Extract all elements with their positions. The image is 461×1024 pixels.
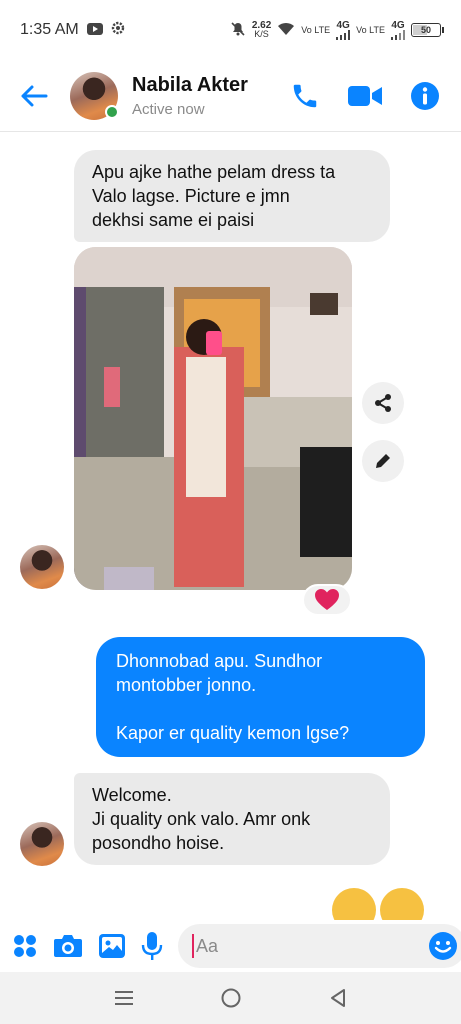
apps-button[interactable] bbox=[12, 930, 38, 962]
youtube-notification-icon bbox=[86, 22, 103, 39]
shared-photo[interactable] bbox=[74, 247, 352, 590]
messenger-chat-screen: 1:35 AM 2.62 K/S Vo LTE 4G Vo LTE 4G 50 … bbox=[0, 0, 461, 1024]
status-time: 1:35 AM bbox=[20, 21, 79, 38]
message-input-wrapper bbox=[178, 924, 461, 968]
home-button[interactable] bbox=[211, 978, 251, 1018]
incoming-message[interactable]: Apu ajke hathe pelam dress ta Valo lagse… bbox=[74, 150, 390, 242]
sim2-volte: Vo LTE bbox=[356, 24, 385, 35]
contact-name: Nabila Akter bbox=[132, 73, 248, 96]
share-button[interactable] bbox=[362, 382, 404, 424]
dress-photo-image bbox=[74, 247, 352, 590]
triangle-back-icon bbox=[330, 989, 345, 1007]
video-call-button[interactable] bbox=[347, 78, 383, 114]
recent-apps-button[interactable] bbox=[104, 978, 144, 1018]
home-circle-icon bbox=[221, 988, 240, 1008]
sticker-emoji[interactable] bbox=[380, 888, 424, 920]
edit-button[interactable] bbox=[362, 440, 404, 482]
share-icon bbox=[375, 394, 391, 412]
online-status-dot bbox=[105, 104, 119, 119]
status-bar: 1:35 AM 2.62 K/S Vo LTE 4G Vo LTE 4G 50 bbox=[0, 0, 461, 60]
gallery-button[interactable] bbox=[98, 930, 126, 962]
outgoing-message[interactable]: Dhonnobad apu. Sundhor montobber jonno. … bbox=[96, 637, 425, 757]
emoji-button[interactable] bbox=[428, 931, 458, 961]
back-nav-button[interactable] bbox=[318, 978, 358, 1018]
voice-call-button[interactable] bbox=[287, 78, 323, 114]
phone-icon bbox=[293, 84, 317, 107]
arrow-left-icon bbox=[21, 85, 48, 106]
incoming-message[interactable]: Welcome. Ji quality onk valo. Amr onk po… bbox=[74, 773, 390, 865]
microphone-icon bbox=[141, 932, 163, 960]
sim1-signal: 4G bbox=[336, 20, 351, 40]
back-button[interactable] bbox=[14, 76, 54, 116]
settings-notification-icon bbox=[111, 21, 125, 39]
smiley-icon bbox=[429, 932, 457, 960]
sim2-signal: 4G bbox=[391, 20, 405, 40]
chat-header: Nabila Akter Active now bbox=[0, 60, 461, 132]
camera-button[interactable] bbox=[53, 930, 83, 962]
heart-icon bbox=[315, 589, 339, 610]
network-speed: 2.62 K/S bbox=[251, 20, 272, 39]
contact-info[interactable]: Nabila Akter Active now bbox=[132, 74, 248, 118]
conversation-info-button[interactable] bbox=[407, 78, 443, 114]
wifi-icon bbox=[277, 22, 295, 38]
heart-reaction[interactable] bbox=[302, 584, 352, 616]
grid-dots-icon bbox=[14, 935, 36, 957]
sim1-volte: Vo LTE bbox=[301, 24, 331, 35]
message-list[interactable]: Apu ajke hathe pelam dress ta Valo lagse… bbox=[0, 132, 461, 920]
system-navigation-bar bbox=[0, 972, 461, 1024]
info-icon bbox=[411, 81, 439, 110]
camera-icon bbox=[54, 935, 82, 957]
sticker-emoji[interactable] bbox=[332, 888, 376, 920]
message-input[interactable] bbox=[192, 934, 428, 958]
mute-icon bbox=[230, 21, 246, 39]
image-icon bbox=[99, 934, 125, 958]
battery-indicator: 50 bbox=[411, 23, 444, 37]
sender-avatar[interactable] bbox=[20, 822, 64, 866]
menu-lines-icon bbox=[114, 991, 133, 1005]
voice-record-button[interactable] bbox=[141, 930, 163, 962]
contact-avatar[interactable] bbox=[70, 71, 119, 120]
pencil-icon bbox=[376, 454, 390, 468]
message-composer bbox=[0, 920, 461, 972]
video-camera-icon bbox=[348, 85, 382, 106]
sender-avatar[interactable] bbox=[20, 545, 64, 589]
presence-status: Active now bbox=[132, 100, 205, 118]
